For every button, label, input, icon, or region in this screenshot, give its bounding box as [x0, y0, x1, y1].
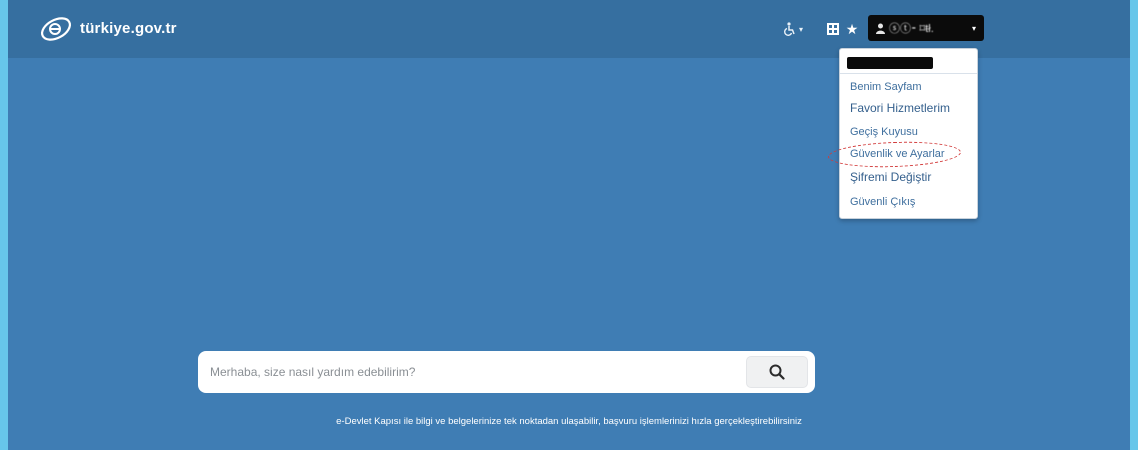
search-icon	[769, 364, 785, 380]
star-icon: ★	[845, 20, 859, 37]
menu-divider	[840, 73, 977, 74]
redacted-user-name	[847, 57, 933, 69]
grid-icon	[827, 23, 839, 35]
menu-item-change-password[interactable]: Şifremi Değiştir	[850, 169, 931, 185]
site-logo[interactable]: türkiye.gov.tr	[38, 10, 177, 46]
accessibility-menu-button[interactable]: ▾	[773, 18, 813, 40]
menu-item-my-page[interactable]: Benim Sayfam	[850, 79, 922, 95]
search-button[interactable]	[746, 356, 808, 388]
footer-tagline: e-Devlet Kapısı ile bilgi ve belgelerini…	[336, 416, 802, 427]
user-name: ⓢⓣ⁃ ⌑ŧł.	[889, 23, 934, 35]
chevron-down-icon: ▾	[798, 24, 803, 34]
search-input[interactable]	[198, 351, 746, 393]
user-icon	[876, 23, 885, 34]
search-bar	[198, 351, 815, 393]
menu-item-favorite-services[interactable]: Favori Hizmetlerim	[850, 100, 950, 116]
page-background: türkiye.gov.tr ▾ ★ ⓢⓣ⁃ ⌑ŧł. ▾ Benim Sayf…	[8, 0, 1130, 450]
highlight-annotation	[827, 139, 962, 170]
wheelchair-icon	[784, 22, 795, 36]
apps-grid-button[interactable]	[825, 18, 841, 40]
logo-text: türkiye.gov.tr	[80, 19, 177, 37]
user-account-button[interactable]: ⓢⓣ⁃ ⌑ŧł. ▾	[868, 15, 984, 41]
menu-item-secure-logout[interactable]: Güvenli Çıkış	[850, 194, 915, 210]
menu-item-transition-queue[interactable]: Geçiş Kuyusu	[850, 124, 918, 140]
e-devlet-logo-icon	[40, 17, 72, 41]
chevron-down-icon: ▾	[971, 23, 976, 33]
favorites-star-button[interactable]: ★	[843, 18, 861, 40]
user-dropdown-menu: Benim Sayfam Favori Hizmetlerim Geçiş Ku…	[827, 48, 978, 219]
